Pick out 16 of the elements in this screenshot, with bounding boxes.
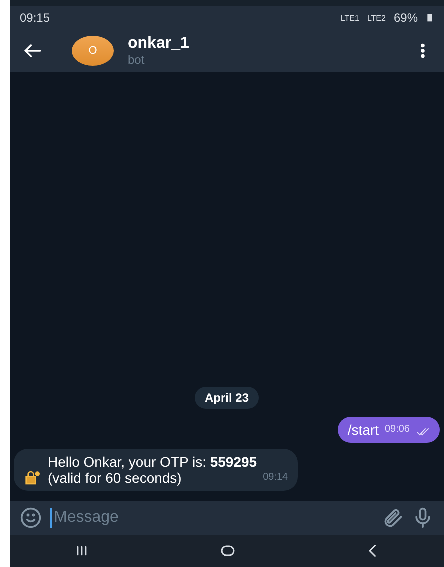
clock-time: 09:15 (20, 11, 50, 25)
chat-name: onkar_1 (128, 35, 190, 53)
paperclip-icon[interactable] (382, 507, 404, 529)
message-text: /start (348, 422, 379, 438)
date-chip: April 23 (194, 387, 259, 409)
emoji-icon[interactable] (20, 507, 42, 529)
message-text: Hello Onkar, your OTP is: 559295 (valid for 60 seconds) (48, 454, 258, 486)
network-label: LTE2 (367, 14, 386, 22)
avatar[interactable]: O (72, 36, 114, 66)
message-time: 09:14 (263, 471, 288, 485)
message-composer[interactable]: Message (10, 501, 444, 535)
chat-subtitle: bot (128, 53, 146, 67)
network-label: LTE1 (340, 14, 360, 22)
message-time: 09:06 (384, 423, 410, 437)
battery-percent: 69% (394, 11, 418, 25)
message-input[interactable]: Message (50, 508, 374, 528)
